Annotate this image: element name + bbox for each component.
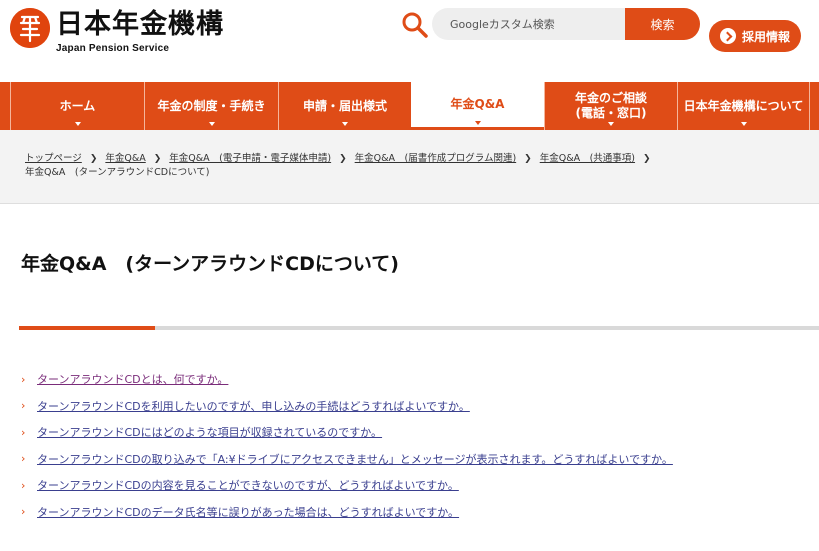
chevron-down-icon — [74, 122, 81, 126]
logo-emblem-icon — [10, 8, 50, 48]
question-link[interactable]: ターンアラウンドCDの内容を見ることができないのですが、どうすればよいですか。 — [37, 477, 459, 493]
title-divider-accent — [19, 326, 155, 330]
list-item: › ターンアラウンドCDのデータ氏名等に誤りがあった場合は、どうすればよいですか… — [21, 499, 673, 526]
nav-item-home[interactable]: ホーム — [10, 82, 144, 130]
question-link[interactable]: ターンアラウンドCDの取り込みで「A:¥ドライブにアクセスできません」とメッセー… — [37, 451, 673, 467]
question-link[interactable]: ターンアラウンドCDのデータ氏名等に誤りがあった場合は、どうすればよいですか。 — [37, 504, 459, 520]
search-form: 検索 — [432, 8, 700, 40]
list-item: › ターンアラウンドCDにはどのような項目が収録されているのですか。 — [21, 419, 673, 446]
breadcrumb-link[interactable]: 年金Q&A (電子申請・電子媒体申請) — [169, 153, 331, 164]
site-logo[interactable]: 日本年金機構 Japan Pension Service — [10, 8, 224, 54]
recruit-button[interactable]: 採用情報 — [709, 20, 801, 52]
chevron-right-icon: ❯ — [89, 154, 98, 164]
nav-item-label: 年金のご相談 — [574, 91, 647, 105]
chevron-right-icon: › — [21, 372, 26, 386]
chevron-down-icon — [608, 122, 614, 126]
chevron-right-icon: ❯ — [153, 154, 162, 164]
chevron-right-icon: › — [21, 452, 26, 466]
arrow-right-icon — [719, 28, 736, 44]
search-input[interactable] — [432, 8, 625, 40]
nav-edge — [809, 82, 819, 130]
chevron-right-icon: › — [21, 478, 26, 492]
global-nav: ホーム 年金の制度・手続き 申請・届出様式 年金Q&A 年金のご相談 (電話・窓… — [0, 82, 819, 130]
chevron-right-icon: ❯ — [339, 154, 347, 164]
chevron-right-icon: ❯ — [643, 154, 651, 164]
breadcrumb-link[interactable]: トップページ — [25, 153, 82, 164]
breadcrumb-link[interactable]: 年金Q&A — [105, 153, 145, 164]
nav-item-label: 日本年金機構について — [683, 98, 804, 113]
nav-item-label: 申請・届出様式 — [302, 98, 387, 113]
breadcrumb-link[interactable]: 年金Q&A (共通事項) — [540, 153, 635, 164]
chevron-down-icon — [342, 122, 348, 126]
question-link[interactable]: ターンアラウンドCDとは、何ですか。 — [37, 371, 228, 387]
nav-item-about[interactable]: 日本年金機構について — [677, 82, 809, 130]
page-title: 年金Q&A (ターンアラウンドCDについて) — [21, 253, 399, 275]
nav-item-label: 年金の制度・手続き — [157, 98, 266, 113]
nav-item-consultation[interactable]: 年金のご相談 (電話・窓口) — [544, 82, 677, 130]
nav-item-qa[interactable]: 年金Q&A — [411, 82, 544, 130]
list-item: › ターンアラウンドCDの内容を見ることができないのですが、どうすればよいですか… — [21, 472, 673, 499]
qa-list: › ターンアラウンドCDとは、何ですか。 › ターンアラウンドCDを利用したいの… — [21, 366, 673, 525]
nav-item-forms[interactable]: 申請・届出様式 — [278, 82, 411, 130]
nav-item-label-sub: (電話・窓口) — [575, 106, 647, 120]
site-header: 日本年金機構 Japan Pension Service 検索 採用情報 — [0, 0, 819, 82]
list-item: › ターンアラウンドCDを利用したいのですが、申し込みの手続はどうすればよいです… — [21, 393, 673, 420]
breadcrumb: トップページ ❯ 年金Q&A ❯ 年金Q&A (電子申請・電子媒体申請) ❯ 年金Q&A (… — [25, 152, 805, 180]
nav-item-system[interactable]: 年金の制度・手続き — [144, 82, 278, 130]
question-link[interactable]: ターンアラウンドCDにはどのような項目が収録されているのですか。 — [37, 424, 382, 440]
question-link[interactable]: ターンアラウンドCDを利用したいのですが、申し込みの手続はどうすればよいですか。 — [37, 398, 470, 414]
chevron-down-icon — [740, 122, 747, 126]
chevron-down-icon — [208, 122, 215, 126]
logo-title: 日本年金機構 — [56, 9, 224, 40]
breadcrumb-link[interactable]: 年金Q&A (届書作成プログラム関連) — [355, 153, 517, 164]
nav-edge — [0, 82, 10, 130]
list-item: › ターンアラウンドCDの取り込みで「A:¥ドライブにアクセスできません」とメッ… — [21, 446, 673, 473]
list-item: › ターンアラウンドCDとは、何ですか。 — [21, 366, 673, 393]
breadcrumb-area: トップページ ❯ 年金Q&A ❯ 年金Q&A (電子申請・電子媒体申請) ❯ 年金Q&A (… — [0, 130, 819, 204]
logo-subtitle: Japan Pension Service — [56, 43, 170, 54]
breadcrumb-current: 年金Q&A (ターンアラウンドCDについて) — [25, 167, 210, 178]
nav-item-label: 年金Q&A — [450, 97, 505, 111]
chevron-right-icon: › — [21, 505, 26, 519]
recruit-button-label: 採用情報 — [741, 29, 790, 44]
chevron-right-icon: › — [21, 425, 26, 439]
chevron-right-icon: ❯ — [524, 154, 532, 164]
search-icon — [402, 12, 428, 38]
nav-item-label: ホーム — [59, 98, 96, 113]
search-button[interactable]: 検索 — [625, 8, 700, 40]
chevron-down-icon — [474, 121, 481, 125]
chevron-right-icon: › — [21, 399, 26, 413]
